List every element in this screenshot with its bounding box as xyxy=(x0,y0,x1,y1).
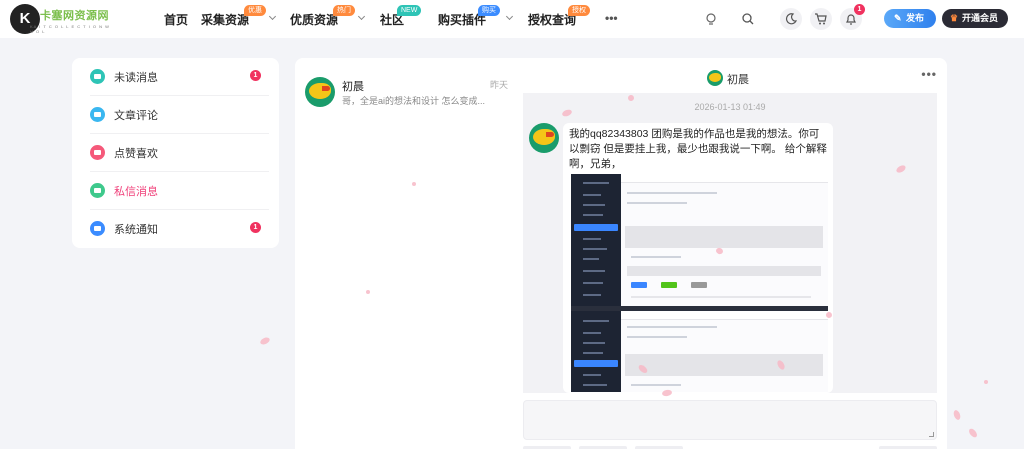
dark-mode-icon[interactable] xyxy=(780,8,802,30)
light-bulb-icon[interactable] xyxy=(700,8,722,30)
avatar xyxy=(305,77,335,107)
menu-label: 点赞喜欢 xyxy=(114,148,158,160)
avatar xyxy=(707,70,723,86)
message-text: 我的qq82343803 团购是我的作品也是我的想法。你可以剽窃 但是要挂上我，… xyxy=(569,128,827,170)
message-screenshot-image[interactable] xyxy=(571,174,828,392)
crown-icon: ♛ xyxy=(950,13,959,23)
petal-decoration xyxy=(366,290,370,294)
menu-item-comments[interactable]: 文章评论 xyxy=(90,96,269,134)
nav-tag-new: NEW xyxy=(397,5,422,16)
conversation-name: 初晨 xyxy=(342,81,364,93)
petal-decoration xyxy=(412,182,416,186)
logo-text: 卡塞网资源网 xyxy=(40,10,109,22)
menu-label: 系统通知 xyxy=(114,224,158,236)
comment-icon xyxy=(90,107,105,122)
chevron-down-icon xyxy=(505,12,514,21)
petal-decoration xyxy=(952,409,962,421)
conversation-item[interactable]: 初晨 昨天 哥，全是ai的想法和设计 怎么变成... xyxy=(303,75,508,111)
notification-badge: 1 xyxy=(854,4,865,15)
nav-label: 采集资源 xyxy=(201,13,250,27)
menu-label: 文章评论 xyxy=(114,110,158,122)
nav-more-button[interactable]: ••• xyxy=(605,11,618,25)
nav-label: 优质资源 xyxy=(290,13,339,27)
nav-tag-buy: 购买 xyxy=(478,5,500,16)
chat-title: 初晨 xyxy=(727,74,749,86)
petal-decoration xyxy=(967,427,979,439)
message-input[interactable] xyxy=(523,400,937,440)
nav-home[interactable]: 首页 xyxy=(164,11,188,28)
nav-tag-discount: 优惠 xyxy=(244,5,266,16)
menu-item-likes[interactable]: 点赞喜欢 xyxy=(90,134,269,172)
chat-header: 初晨 ••• xyxy=(523,67,937,90)
menu-item-unread[interactable]: 未读消息 1 xyxy=(90,58,269,96)
chevron-down-icon xyxy=(357,12,366,21)
chat-more-button[interactable]: ••• xyxy=(921,67,937,81)
message-category-menu: 未读消息 1 文章评论 点赞喜欢 私信消息 系统通知 1 xyxy=(72,58,279,248)
avatar xyxy=(529,123,559,153)
heart-icon xyxy=(90,145,105,160)
cart-icon[interactable] xyxy=(810,8,832,30)
petal-decoration xyxy=(984,380,988,384)
nav-tag-hot: 热门 xyxy=(333,5,355,16)
publish-label: 发布 xyxy=(906,13,925,23)
nav-premium-resources[interactable]: 优质资源 xyxy=(290,11,366,28)
menu-label: 私信消息 xyxy=(114,186,158,198)
message-date: 2026-01-13 01:49 xyxy=(694,102,766,112)
resize-handle-icon[interactable] xyxy=(929,432,934,437)
conversation-preview: 哥，全是ai的想法和设计 怎么变成... xyxy=(342,96,486,106)
chevron-down-icon xyxy=(268,12,277,21)
menu-item-system-notice[interactable]: 系统通知 1 xyxy=(90,210,269,248)
pencil-icon: ✎ xyxy=(894,13,902,23)
menu-label: 未读消息 xyxy=(114,72,158,84)
message-icon xyxy=(90,183,105,198)
message-bubble: 我的qq82343803 团购是我的作品也是我的想法。你可以剽窃 但是要挂上我，… xyxy=(563,123,833,393)
nav-collect-resources[interactable]: 采集资源 xyxy=(201,11,277,28)
menu-item-private-messages[interactable]: 私信消息 xyxy=(90,172,269,210)
publish-button[interactable]: ✎ 发布 xyxy=(884,9,936,28)
logo-subtitle: KA I T C O L L E C T I O N W H O L xyxy=(30,24,110,34)
notice-count-badge: 1 xyxy=(250,222,261,233)
nav-tag-license: 授权 xyxy=(568,5,590,16)
bell-icon xyxy=(90,221,105,236)
search-icon[interactable] xyxy=(737,8,759,30)
petal-decoration xyxy=(259,336,271,346)
message-panel: 初晨 昨天 哥，全是ai的想法和设计 怎么变成... 初晨 ••• 2026-0… xyxy=(295,58,947,449)
unread-icon xyxy=(90,69,105,84)
unread-count-badge: 1 xyxy=(250,70,261,81)
conversation-time: 昨天 xyxy=(489,80,508,90)
site-logo[interactable]: K 卡塞网资源网 KA I T C O L L E C T I O N W H … xyxy=(10,4,110,34)
vip-label: 开通会员 xyxy=(962,13,999,23)
top-header: K 卡塞网资源网 KA I T C O L L E C T I O N W H … xyxy=(0,0,1024,38)
chat-messages[interactable]: 2026-01-13 01:49 我的qq82343803 团购是我的作品也是我… xyxy=(523,93,937,393)
vip-button[interactable]: ♛ 开通会员 xyxy=(942,9,1008,28)
